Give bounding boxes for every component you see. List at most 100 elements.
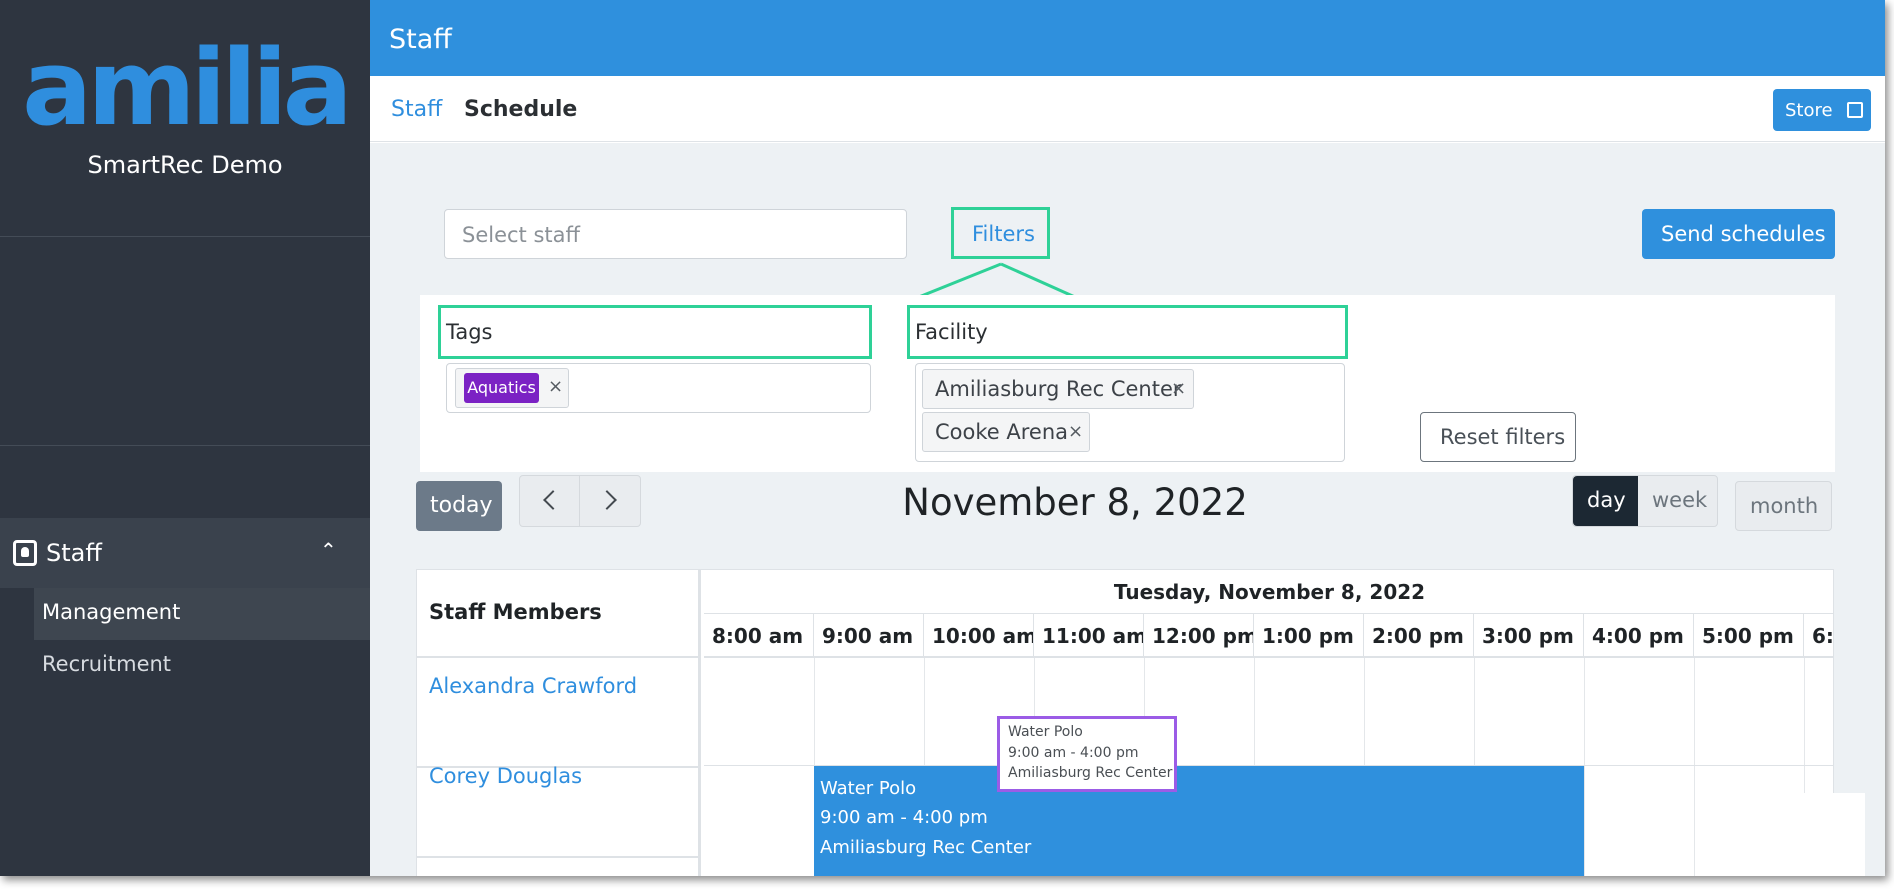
hour-header: 12:00 pm xyxy=(1144,614,1254,658)
previous-day-button[interactable] xyxy=(520,476,580,526)
staff-badge-icon xyxy=(13,540,37,566)
date-navigation xyxy=(519,475,641,527)
month-view-label: month xyxy=(1750,494,1819,518)
facility-chip-cooke-arena: Cooke Arena × xyxy=(922,412,1090,452)
hour-header: 2:00 pm xyxy=(1364,614,1474,658)
app-window: amilia SmartRec Demo Staff ⌃ Management … xyxy=(0,0,1885,876)
reset-filters-button[interactable]: Reset filters xyxy=(1420,412,1576,462)
day-view-label: day xyxy=(1587,488,1626,512)
tooltip-title: Water Polo xyxy=(1008,724,1083,740)
event-location: Amiliasburg Rec Center xyxy=(820,837,1032,858)
hour-gridline xyxy=(1694,658,1695,876)
send-schedules-label: Send schedules xyxy=(1661,222,1826,246)
tab-staff[interactable]: Staff xyxy=(391,97,442,122)
tab-schedule[interactable]: Schedule xyxy=(464,97,577,122)
amilia-logo[interactable]: amilia xyxy=(0,36,370,140)
hour-label: 10:00 am xyxy=(932,624,1034,648)
tag-chip-label: Aquatics xyxy=(464,373,539,403)
remove-facility-icon[interactable]: × xyxy=(1171,378,1186,399)
hour-label: 9:00 am xyxy=(822,624,914,648)
filters-toggle[interactable]: Filters xyxy=(951,207,1050,259)
staff-name-link[interactable]: Corey Douglas xyxy=(429,764,582,788)
filters-label: Filters xyxy=(972,222,1035,246)
tags-label: Tags xyxy=(446,320,493,344)
page-title: Staff xyxy=(389,24,452,55)
hour-header: 8:00 am xyxy=(704,614,814,658)
today-label: today xyxy=(430,493,493,518)
facility-multiselect[interactable]: Amiliasburg Rec Center × Cooke Arena × xyxy=(915,363,1345,462)
hour-gridline xyxy=(1584,658,1585,876)
store-button-label: Store xyxy=(1785,100,1833,121)
date-header: Tuesday, November 8, 2022 xyxy=(704,570,1833,614)
hour-label: 1:00 pm xyxy=(1262,624,1354,648)
top-bar: Staff xyxy=(370,0,1885,76)
staff-column-header-label: Staff Members xyxy=(429,600,602,624)
hour-label: 6:00 pm xyxy=(1812,624,1834,648)
hour-label: 8:00 am xyxy=(712,624,804,648)
tags-multiselect[interactable]: Aquatics × xyxy=(446,363,871,413)
sidebar: amilia SmartRec Demo Staff ⌃ Management … xyxy=(0,0,370,876)
hour-header: 10:00 am xyxy=(924,614,1034,658)
remove-tag-icon[interactable]: × xyxy=(548,376,563,397)
day-view-button[interactable]: day xyxy=(1573,476,1638,526)
hour-label: 5:00 pm xyxy=(1702,624,1794,648)
facility-label: Facility xyxy=(915,320,988,344)
sidebar-item-label: Management xyxy=(42,600,181,624)
date-header-label: Tuesday, November 8, 2022 xyxy=(1113,580,1426,604)
calendar-title: November 8, 2022 xyxy=(902,481,1248,524)
staff-column: Staff Members Alexandra Crawford Corey D… xyxy=(417,570,701,876)
hour-header: 6:00 pm xyxy=(1804,614,1834,658)
month-view-button[interactable]: month xyxy=(1735,481,1832,531)
hour-header: 11:00 am xyxy=(1034,614,1144,658)
reset-filters-label: Reset filters xyxy=(1440,425,1566,449)
event-tooltip: Water Polo 9:00 am - 4:00 pm Amiliasburg… xyxy=(997,716,1177,792)
tag-chip-aquatics: Aquatics × xyxy=(455,368,569,408)
organization-name: SmartRec Demo xyxy=(87,151,283,179)
hour-header: 5:00 pm xyxy=(1694,614,1804,658)
external-link-icon xyxy=(1847,102,1863,118)
remove-facility-icon[interactable]: × xyxy=(1068,421,1083,442)
sidebar-item-management[interactable]: Management xyxy=(34,588,370,640)
scroll-fade xyxy=(1755,793,1865,876)
sidebar-item-recruitment[interactable]: Recruitment xyxy=(42,652,171,676)
facility-chip-label: Amiliasburg Rec Center xyxy=(935,377,1182,401)
hour-label: 4:00 pm xyxy=(1592,624,1684,648)
event-title: Water Polo xyxy=(820,778,917,799)
hour-label: 2:00 pm xyxy=(1372,624,1464,648)
today-button[interactable]: today xyxy=(416,481,502,531)
chevron-right-icon xyxy=(597,490,617,510)
facility-chip-amiliasburg: Amiliasburg Rec Center × xyxy=(922,369,1194,409)
sidebar-divider xyxy=(0,445,370,446)
send-schedules-button[interactable]: Send schedules xyxy=(1642,209,1835,259)
sidebar-item-staff[interactable]: Staff ⌃ xyxy=(0,518,370,588)
event-time: 9:00 am - 4:00 pm xyxy=(820,807,988,828)
timeline: Tuesday, November 8, 2022 8:00 am 9:00 a… xyxy=(704,570,1834,876)
staff-column-header: Staff Members xyxy=(417,570,698,658)
tooltip-time: 9:00 am - 4:00 pm xyxy=(1008,745,1139,761)
facility-label-highlight: Facility xyxy=(907,305,1348,359)
store-button[interactable]: Store xyxy=(1773,89,1871,131)
sub-navigation: Staff Schedule Store xyxy=(370,76,1885,142)
hour-label: 12:00 pm xyxy=(1152,624,1254,648)
tooltip-location: Amiliasburg Rec Center xyxy=(1008,765,1173,781)
hour-header: 1:00 pm xyxy=(1254,614,1364,658)
sidebar-item-label: Staff xyxy=(46,539,102,567)
hour-label: 11:00 am xyxy=(1042,624,1144,648)
hour-header: 3:00 pm xyxy=(1474,614,1584,658)
next-day-button[interactable] xyxy=(580,476,640,526)
view-switcher: day week xyxy=(1572,475,1718,527)
chevron-left-icon xyxy=(543,490,563,510)
chevron-up-icon[interactable]: ⌃ xyxy=(320,538,337,562)
hour-header: 4:00 pm xyxy=(1584,614,1694,658)
hour-header: 9:00 am xyxy=(814,614,924,658)
tags-label-highlight: Tags xyxy=(438,305,872,359)
facility-chip-label: Cooke Arena xyxy=(935,420,1069,444)
week-view-button[interactable]: week xyxy=(1638,476,1718,526)
week-view-label: week xyxy=(1652,488,1708,512)
staff-name-link[interactable]: Alexandra Crawford xyxy=(429,674,637,698)
hour-label: 3:00 pm xyxy=(1482,624,1574,648)
shift-event[interactable]: Water Polo 9:00 am - 4:00 pm Amiliasburg… xyxy=(814,766,1584,876)
sidebar-divider xyxy=(0,236,370,237)
staff-row: Corey Douglas xyxy=(417,750,698,858)
filter-panel: Tags Facility Aquatics × Amiliasburg Rec… xyxy=(420,295,1835,472)
